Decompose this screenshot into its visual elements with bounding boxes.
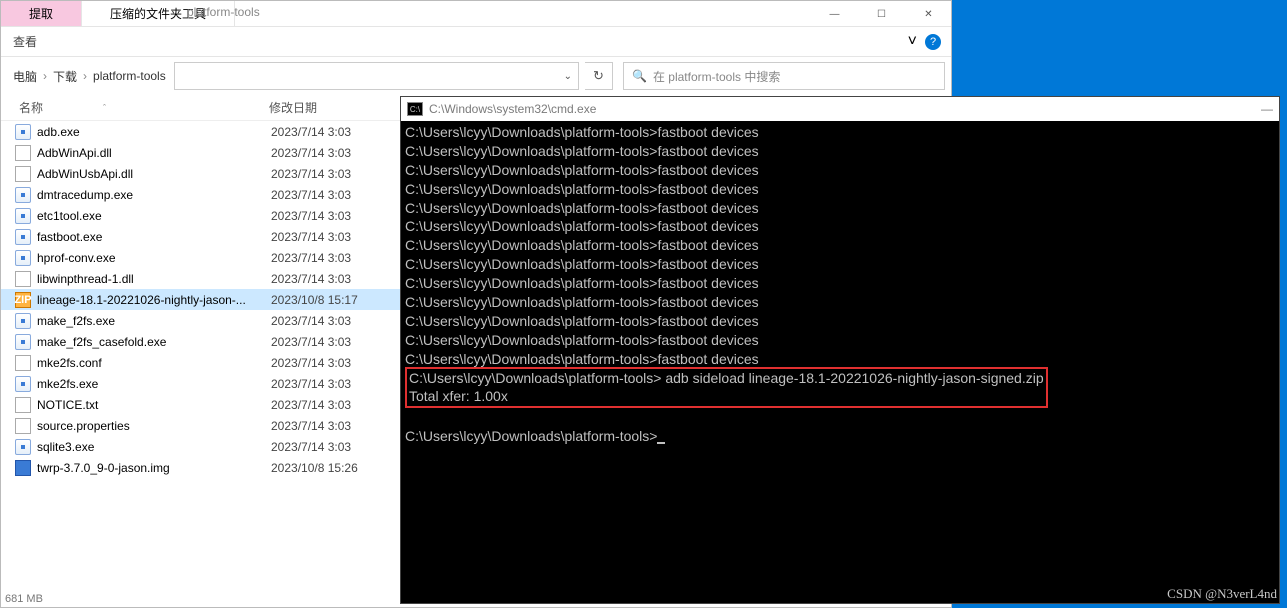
file-name: make_f2fs_casefold.exe [37,335,271,349]
zip-icon: ZIP [15,292,31,308]
cmd-window: C:\ C:\Windows\system32\cmd.exe — C:\Use… [400,96,1280,604]
breadcrumb-part[interactable]: platform-tools [91,69,168,83]
sort-asc-icon: ˆ [103,103,106,113]
column-date[interactable]: 修改日期 [261,99,317,116]
txt-icon [15,397,31,413]
file-name: dmtracedump.exe [37,188,271,202]
chevron-down-icon[interactable]: ⌄ [564,71,572,82]
cmd-icon: C:\ [407,102,423,116]
address-input[interactable]: ⌄ [174,62,579,90]
cmd-minimize-button[interactable]: — [1261,102,1273,116]
breadcrumb-part[interactable]: 下载 [51,68,79,85]
file-date: 2023/7/14 3:03 [271,377,351,391]
file-date: 2023/7/14 3:03 [271,146,351,160]
file-name: sqlite3.exe [37,440,271,454]
column-name[interactable]: 名称 [19,99,43,116]
exe-icon [15,124,31,140]
file-date: 2023/7/14 3:03 [271,125,351,139]
file-name: mke2fs.conf [37,356,271,370]
file-name: AdbWinUsbApi.dll [37,167,271,181]
file-name: mke2fs.exe [37,377,271,391]
file-name: AdbWinApi.dll [37,146,271,160]
file-date: 2023/7/14 3:03 [271,440,351,454]
minimize-button[interactable]: — [812,1,857,27]
ribbon-tab-extract[interactable]: 提取 [1,1,82,26]
exe-icon [15,208,31,224]
help-icon[interactable]: ? [925,34,941,50]
watermark: CSDN @N3verL4nd [1167,586,1277,602]
exe-icon [15,313,31,329]
address-bar-row: 电脑› 下载› platform-tools ⌄ ↻ 🔍 在 platform-… [1,57,951,95]
file-name: libwinpthread-1.dll [37,272,271,286]
file-date: 2023/7/14 3:03 [271,419,351,433]
refresh-button[interactable]: ↻ [585,62,613,90]
exe-icon [15,439,31,455]
file-date: 2023/7/14 3:03 [271,314,351,328]
cmd-output[interactable]: C:\Users\lcyy\Downloads\platform-tools>f… [401,121,1279,448]
ribbon-chevron-icon[interactable]: ˅ [908,33,917,51]
file-name: NOTICE.txt [37,398,271,412]
file-name: adb.exe [37,125,271,139]
file-date: 2023/10/8 15:26 [271,461,358,475]
exe-icon [15,229,31,245]
window-controls: — ☐ ✕ [812,1,951,27]
file-name: hprof-conv.exe [37,251,271,265]
file-name: twrp-3.7.0_9-0-jason.img [37,461,271,475]
dll-icon [15,145,31,161]
file-date: 2023/10/8 15:17 [271,293,358,307]
file-date: 2023/7/14 3:03 [271,188,351,202]
conf-icon [15,418,31,434]
close-button[interactable]: ✕ [906,1,951,27]
file-date: 2023/7/14 3:03 [271,356,351,370]
file-name: source.properties [37,419,271,433]
file-date: 2023/7/14 3:03 [271,209,351,223]
ribbon-view[interactable]: 查看 [3,29,47,54]
dll-icon [15,271,31,287]
ribbon-bar: 查看 ˅ ? [1,27,951,57]
img-icon [15,460,31,476]
breadcrumb-part[interactable]: 电脑 [11,68,39,85]
status-bar: 681 MB [5,593,43,605]
exe-icon [15,334,31,350]
conf-icon [15,355,31,371]
file-date: 2023/7/14 3:03 [271,167,351,181]
dll-icon [15,166,31,182]
cmd-titlebar[interactable]: C:\ C:\Windows\system32\cmd.exe — [401,97,1279,121]
file-name: lineage-18.1-20221026-nightly-jason-... [37,293,271,307]
search-input[interactable]: 🔍 在 platform-tools 中搜索 [623,62,945,90]
exe-icon [15,187,31,203]
window-title: platform-tools [187,5,260,19]
search-icon: 🔍 [632,69,647,83]
file-date: 2023/7/14 3:03 [271,230,351,244]
maximize-button[interactable]: ☐ [859,1,904,27]
exe-icon [15,250,31,266]
file-name: make_f2fs.exe [37,314,271,328]
cmd-title-text: C:\Windows\system32\cmd.exe [429,102,596,116]
file-date: 2023/7/14 3:03 [271,251,351,265]
breadcrumb[interactable]: 电脑› 下载› platform-tools [7,68,168,85]
file-date: 2023/7/14 3:03 [271,335,351,349]
file-name: etc1tool.exe [37,209,271,223]
search-placeholder: 在 platform-tools 中搜索 [653,68,780,85]
file-date: 2023/7/14 3:03 [271,272,351,286]
exe-icon [15,376,31,392]
file-name: fastboot.exe [37,230,271,244]
file-date: 2023/7/14 3:03 [271,398,351,412]
ribbon-tabstrip: 提取 压缩的文件夹工具 [1,1,951,27]
